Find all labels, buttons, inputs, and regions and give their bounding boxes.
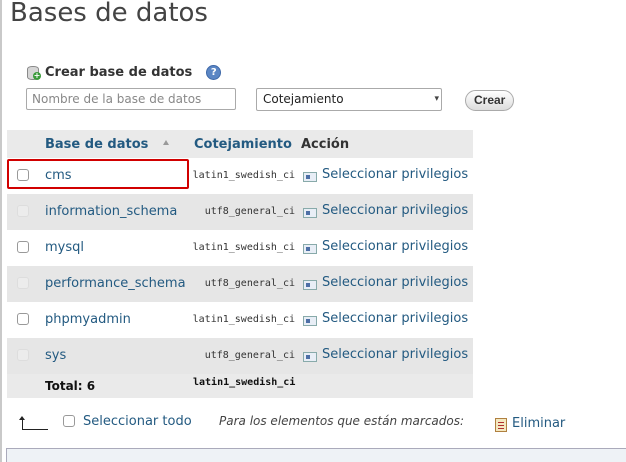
row-checkbox[interactable]	[17, 241, 29, 253]
header-action: Acción	[301, 137, 350, 152]
left-border	[0, 0, 2, 462]
collation-select[interactable]: Cotejamiento ▾	[256, 88, 442, 111]
row-checkbox	[17, 349, 29, 361]
header-database-name[interactable]: Base de datos	[45, 137, 148, 152]
total-collation: latin1_swedish_ci	[193, 377, 296, 388]
collation-value: utf8_general_ci	[204, 206, 295, 217]
check-privileges-link[interactable]: Seleccionar privilegios	[322, 275, 468, 290]
collation-select-value: Cotejamiento	[263, 92, 344, 106]
privileges-icon[interactable]	[303, 280, 317, 290]
databases-table: Base de datos Cotejamiento Acción cms la…	[7, 129, 473, 398]
delete-icon[interactable]	[495, 418, 507, 432]
database-link[interactable]: phpmyadmin	[45, 312, 131, 327]
privileges-icon[interactable]	[303, 316, 317, 326]
check-privileges-link[interactable]: Seleccionar privilegios	[322, 203, 468, 218]
collation-value: latin1_swedish_ci	[192, 314, 295, 325]
total-label: Total: 6	[45, 379, 96, 393]
bottom-panel	[6, 448, 626, 462]
table-row: phpmyadmin latin1_swedish_ci Seleccionar…	[7, 302, 473, 338]
collation-value: utf8_general_ci	[204, 278, 295, 289]
database-name-input[interactable]	[26, 88, 236, 110]
database-link[interactable]: cms	[45, 168, 72, 183]
create-database-label: Crear base de datos	[45, 64, 193, 80]
database-link[interactable]: information_schema	[45, 204, 177, 219]
row-checkbox	[17, 277, 29, 289]
create-database-section: + Crear base de datos ?	[26, 64, 222, 80]
table-header: Base de datos Cotejamiento Acción	[7, 129, 473, 158]
database-link[interactable]: performance_schema	[45, 276, 186, 291]
total-row: Total: 6 latin1_swedish_ci	[7, 374, 473, 398]
row-checkbox	[17, 205, 29, 217]
bulk-actions-footer: Seleccionar todo Para los elementos que …	[16, 412, 616, 436]
select-all-label[interactable]: Seleccionar todo	[83, 414, 192, 429]
privileges-icon[interactable]	[303, 352, 317, 362]
privileges-icon[interactable]	[303, 244, 317, 254]
check-privileges-link[interactable]: Seleccionar privilegios	[322, 167, 468, 182]
collation-value: latin1_swedish_ci	[192, 170, 295, 181]
table-row: cms latin1_swedish_ci Seleccionar privil…	[7, 158, 473, 194]
header-collation[interactable]: Cotejamiento	[194, 137, 292, 152]
row-checkbox[interactable]	[17, 313, 29, 325]
check-privileges-link[interactable]: Seleccionar privilegios	[322, 311, 468, 326]
table-row: performance_schema utf8_general_ci Selec…	[7, 266, 473, 302]
dropdown-arrow-icon: ▾	[434, 94, 439, 104]
sort-asc-icon	[163, 140, 169, 145]
arrow-up-icon	[18, 416, 48, 430]
page-title: Bases de datos	[10, 0, 208, 28]
table-row: sys utf8_general_ci Seleccionar privileg…	[7, 338, 473, 374]
highlight-box	[7, 159, 189, 189]
with-selected-text: Para los elementos que están marcados:	[219, 414, 465, 428]
table-row: mysql latin1_swedish_ci Seleccionar priv…	[7, 230, 473, 266]
database-link[interactable]: sys	[45, 348, 66, 363]
delete-button[interactable]: Eliminar	[512, 416, 565, 431]
collation-value: utf8_general_ci	[204, 350, 295, 361]
check-privileges-link[interactable]: Seleccionar privilegios	[322, 347, 468, 362]
database-link[interactable]: mysql	[45, 240, 84, 255]
privileges-icon[interactable]	[303, 172, 317, 182]
create-button[interactable]: Crear	[465, 90, 515, 111]
collation-value: latin1_swedish_ci	[192, 242, 295, 253]
select-all-checkbox[interactable]	[63, 415, 75, 427]
database-add-icon: +	[26, 64, 41, 80]
check-privileges-link[interactable]: Seleccionar privilegios	[322, 239, 468, 254]
table-row: information_schema utf8_general_ci Selec…	[7, 194, 473, 230]
row-checkbox[interactable]	[17, 169, 29, 181]
help-icon[interactable]: ?	[206, 64, 222, 80]
privileges-icon[interactable]	[303, 208, 317, 218]
